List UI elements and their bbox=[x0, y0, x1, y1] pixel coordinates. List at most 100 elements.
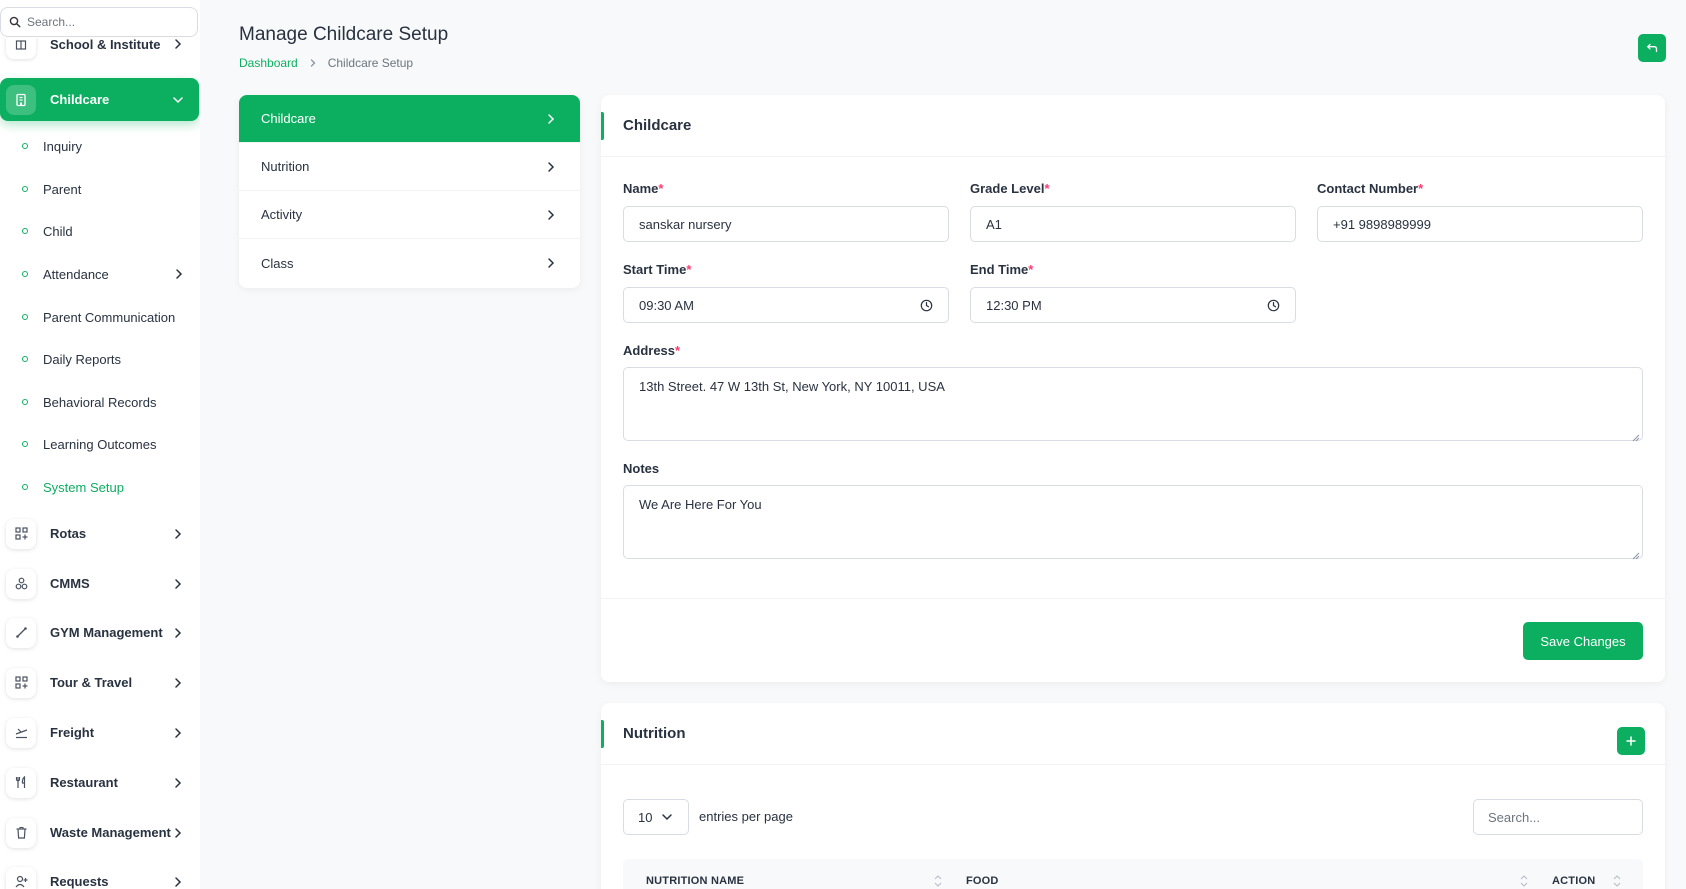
contact-number-field[interactable]: +91 9898989999 bbox=[1317, 206, 1643, 242]
breadcrumb-dashboard-link[interactable]: Dashboard bbox=[239, 56, 298, 70]
sidebar-item-school-institute[interactable]: School & Institute bbox=[0, 38, 200, 62]
label-text: Name bbox=[623, 181, 659, 196]
required-mark: * bbox=[658, 181, 664, 196]
column-header-food[interactable]: FOOD bbox=[966, 875, 999, 887]
clock-icon[interactable] bbox=[920, 299, 933, 312]
sidebar-item-cmms[interactable]: CMMS bbox=[0, 562, 199, 605]
sidebar-subitem-parent-communication[interactable]: Parent Communication bbox=[0, 302, 200, 332]
sidebar-search-input[interactable] bbox=[27, 15, 177, 29]
chevron-right-icon bbox=[171, 726, 185, 740]
back-button[interactable] bbox=[1638, 34, 1666, 62]
table-search-input[interactable] bbox=[1473, 799, 1643, 835]
sidebar-item-waste-management[interactable]: Waste Management bbox=[0, 811, 199, 854]
sidebar-item-label: CMMS bbox=[50, 576, 90, 591]
sidebar-item-label: Tour & Travel bbox=[50, 675, 133, 690]
column-header-nutrition-name[interactable]: NUTRITION NAME bbox=[646, 875, 744, 887]
end-time-field[interactable]: 12:30 PM bbox=[970, 287, 1296, 323]
sidebar-item-label: School & Institute bbox=[50, 38, 161, 52]
return-icon bbox=[1646, 42, 1658, 54]
bullet-icon bbox=[22, 314, 28, 320]
chevron-down-icon bbox=[660, 810, 674, 824]
name-field[interactable]: sanskar nursery bbox=[623, 206, 949, 242]
chevron-right-icon bbox=[171, 776, 185, 790]
tab-label: Childcare bbox=[261, 111, 316, 126]
bullet-icon bbox=[22, 399, 28, 405]
select-value: 10 bbox=[638, 809, 653, 825]
tab-label: Activity bbox=[261, 207, 303, 222]
sidebar-subitem-label: Behavioral Records bbox=[43, 394, 157, 410]
card-divider bbox=[601, 598, 1665, 599]
sidebar-subitem-label: Parent Communication bbox=[43, 309, 176, 325]
field-value: We Are Here For You bbox=[639, 497, 762, 512]
sidebar-subitem-learning-outcomes[interactable]: Learning Outcomes bbox=[0, 429, 200, 459]
sidebar-item-restaurant[interactable]: Restaurant bbox=[0, 761, 199, 804]
save-changes-button[interactable]: Save Changes bbox=[1523, 622, 1643, 660]
school-icon bbox=[6, 38, 36, 59]
sort-icon[interactable] bbox=[1520, 874, 1528, 888]
add-nutrition-button[interactable] bbox=[1617, 727, 1645, 755]
start-time-field[interactable]: 09:30 AM bbox=[623, 287, 949, 323]
chevron-right-icon bbox=[171, 875, 185, 889]
tab-class[interactable]: Class bbox=[239, 239, 580, 287]
clock-icon[interactable] bbox=[1267, 299, 1280, 312]
table-header: NUTRITION NAME FOOD ACTION bbox=[623, 859, 1643, 889]
sidebar-item-label: Childcare bbox=[50, 92, 110, 107]
sidebar-item-tour-travel[interactable]: Tour & Travel bbox=[0, 661, 199, 704]
plus-icon bbox=[1626, 736, 1636, 746]
contact-number-label: Contact Number* bbox=[1317, 181, 1423, 196]
address-textarea[interactable]: 13th Street. 47 W 13th St, New York, NY … bbox=[623, 367, 1643, 442]
field-value: 13th Street. 47 W 13th St, New York, NY … bbox=[639, 379, 945, 394]
required-mark: * bbox=[1418, 181, 1424, 196]
chevron-right-icon bbox=[171, 826, 185, 840]
sidebar-subitem-behavioral-records[interactable]: Behavioral Records bbox=[0, 387, 200, 417]
grid-plus-icon bbox=[6, 667, 36, 698]
sidebar-subitem-attendance[interactable]: Attendance bbox=[0, 259, 200, 289]
sidebar-subitem-daily-reports[interactable]: Daily Reports bbox=[0, 344, 200, 374]
entries-per-page-select[interactable]: 10 bbox=[623, 799, 689, 835]
sidebar-item-childcare[interactable]: Childcare bbox=[0, 78, 199, 121]
label-text: Notes bbox=[623, 461, 660, 476]
bullet-icon bbox=[22, 271, 28, 277]
sidebar-item-gym-management[interactable]: GYM Management bbox=[0, 611, 199, 654]
sidebar-search[interactable] bbox=[0, 7, 198, 37]
sidebar-item-rotas[interactable]: Rotas bbox=[0, 512, 199, 555]
tab-nutrition[interactable]: Nutrition bbox=[239, 143, 580, 191]
field-value: sanskar nursery bbox=[639, 216, 732, 232]
sort-icon[interactable] bbox=[934, 874, 942, 888]
resize-handle-icon[interactable] bbox=[1632, 548, 1640, 560]
notes-label: Notes bbox=[623, 461, 659, 476]
bullet-icon bbox=[22, 441, 28, 447]
sidebar-item-requests[interactable]: Requests bbox=[0, 860, 199, 889]
breadcrumb: Dashboard Childcare Setup bbox=[239, 56, 413, 70]
grade-level-label: Grade Level* bbox=[970, 181, 1050, 196]
sidebar-subitem-label: Daily Reports bbox=[43, 351, 122, 367]
tab-activity[interactable]: Activity bbox=[239, 191, 580, 239]
chevron-right-icon bbox=[308, 58, 318, 68]
accent-bar bbox=[601, 112, 604, 140]
sidebar-subitem-label: Child bbox=[43, 223, 73, 239]
search-icon bbox=[9, 16, 21, 28]
sidebar-item-freight[interactable]: Freight bbox=[0, 711, 199, 754]
label-text: Start Time bbox=[623, 262, 687, 277]
sidebar-subitem-label: System Setup bbox=[43, 479, 124, 495]
sidebar-subitem-parent[interactable]: Parent bbox=[0, 174, 200, 204]
label-text: Address bbox=[623, 343, 676, 358]
resize-handle-icon[interactable] bbox=[1632, 430, 1640, 442]
sort-icon[interactable] bbox=[1613, 874, 1621, 888]
sidebar-subitem-child[interactable]: Child bbox=[0, 216, 200, 246]
nutrition-card: Nutrition 10 entries per page NUTRITION … bbox=[601, 703, 1665, 889]
grade-level-field[interactable]: A1 bbox=[970, 206, 1296, 242]
sidebar-subitem-system-setup[interactable]: System Setup bbox=[0, 472, 200, 502]
tab-childcare[interactable]: Childcare bbox=[239, 95, 580, 143]
chevron-right-icon bbox=[544, 160, 558, 174]
column-header-action[interactable]: ACTION bbox=[1552, 875, 1595, 887]
bullet-icon bbox=[22, 143, 28, 149]
chevron-down-icon bbox=[171, 93, 185, 107]
chevron-right-icon bbox=[171, 577, 185, 591]
required-mark: * bbox=[1044, 181, 1050, 196]
sidebar-subitem-inquiry[interactable]: Inquiry bbox=[0, 131, 200, 161]
notes-textarea[interactable]: We Are Here For You bbox=[623, 485, 1643, 560]
grid-plus-icon bbox=[6, 518, 36, 549]
sidebar-item-label: Rotas bbox=[50, 526, 87, 541]
chevron-right-icon bbox=[544, 256, 558, 270]
